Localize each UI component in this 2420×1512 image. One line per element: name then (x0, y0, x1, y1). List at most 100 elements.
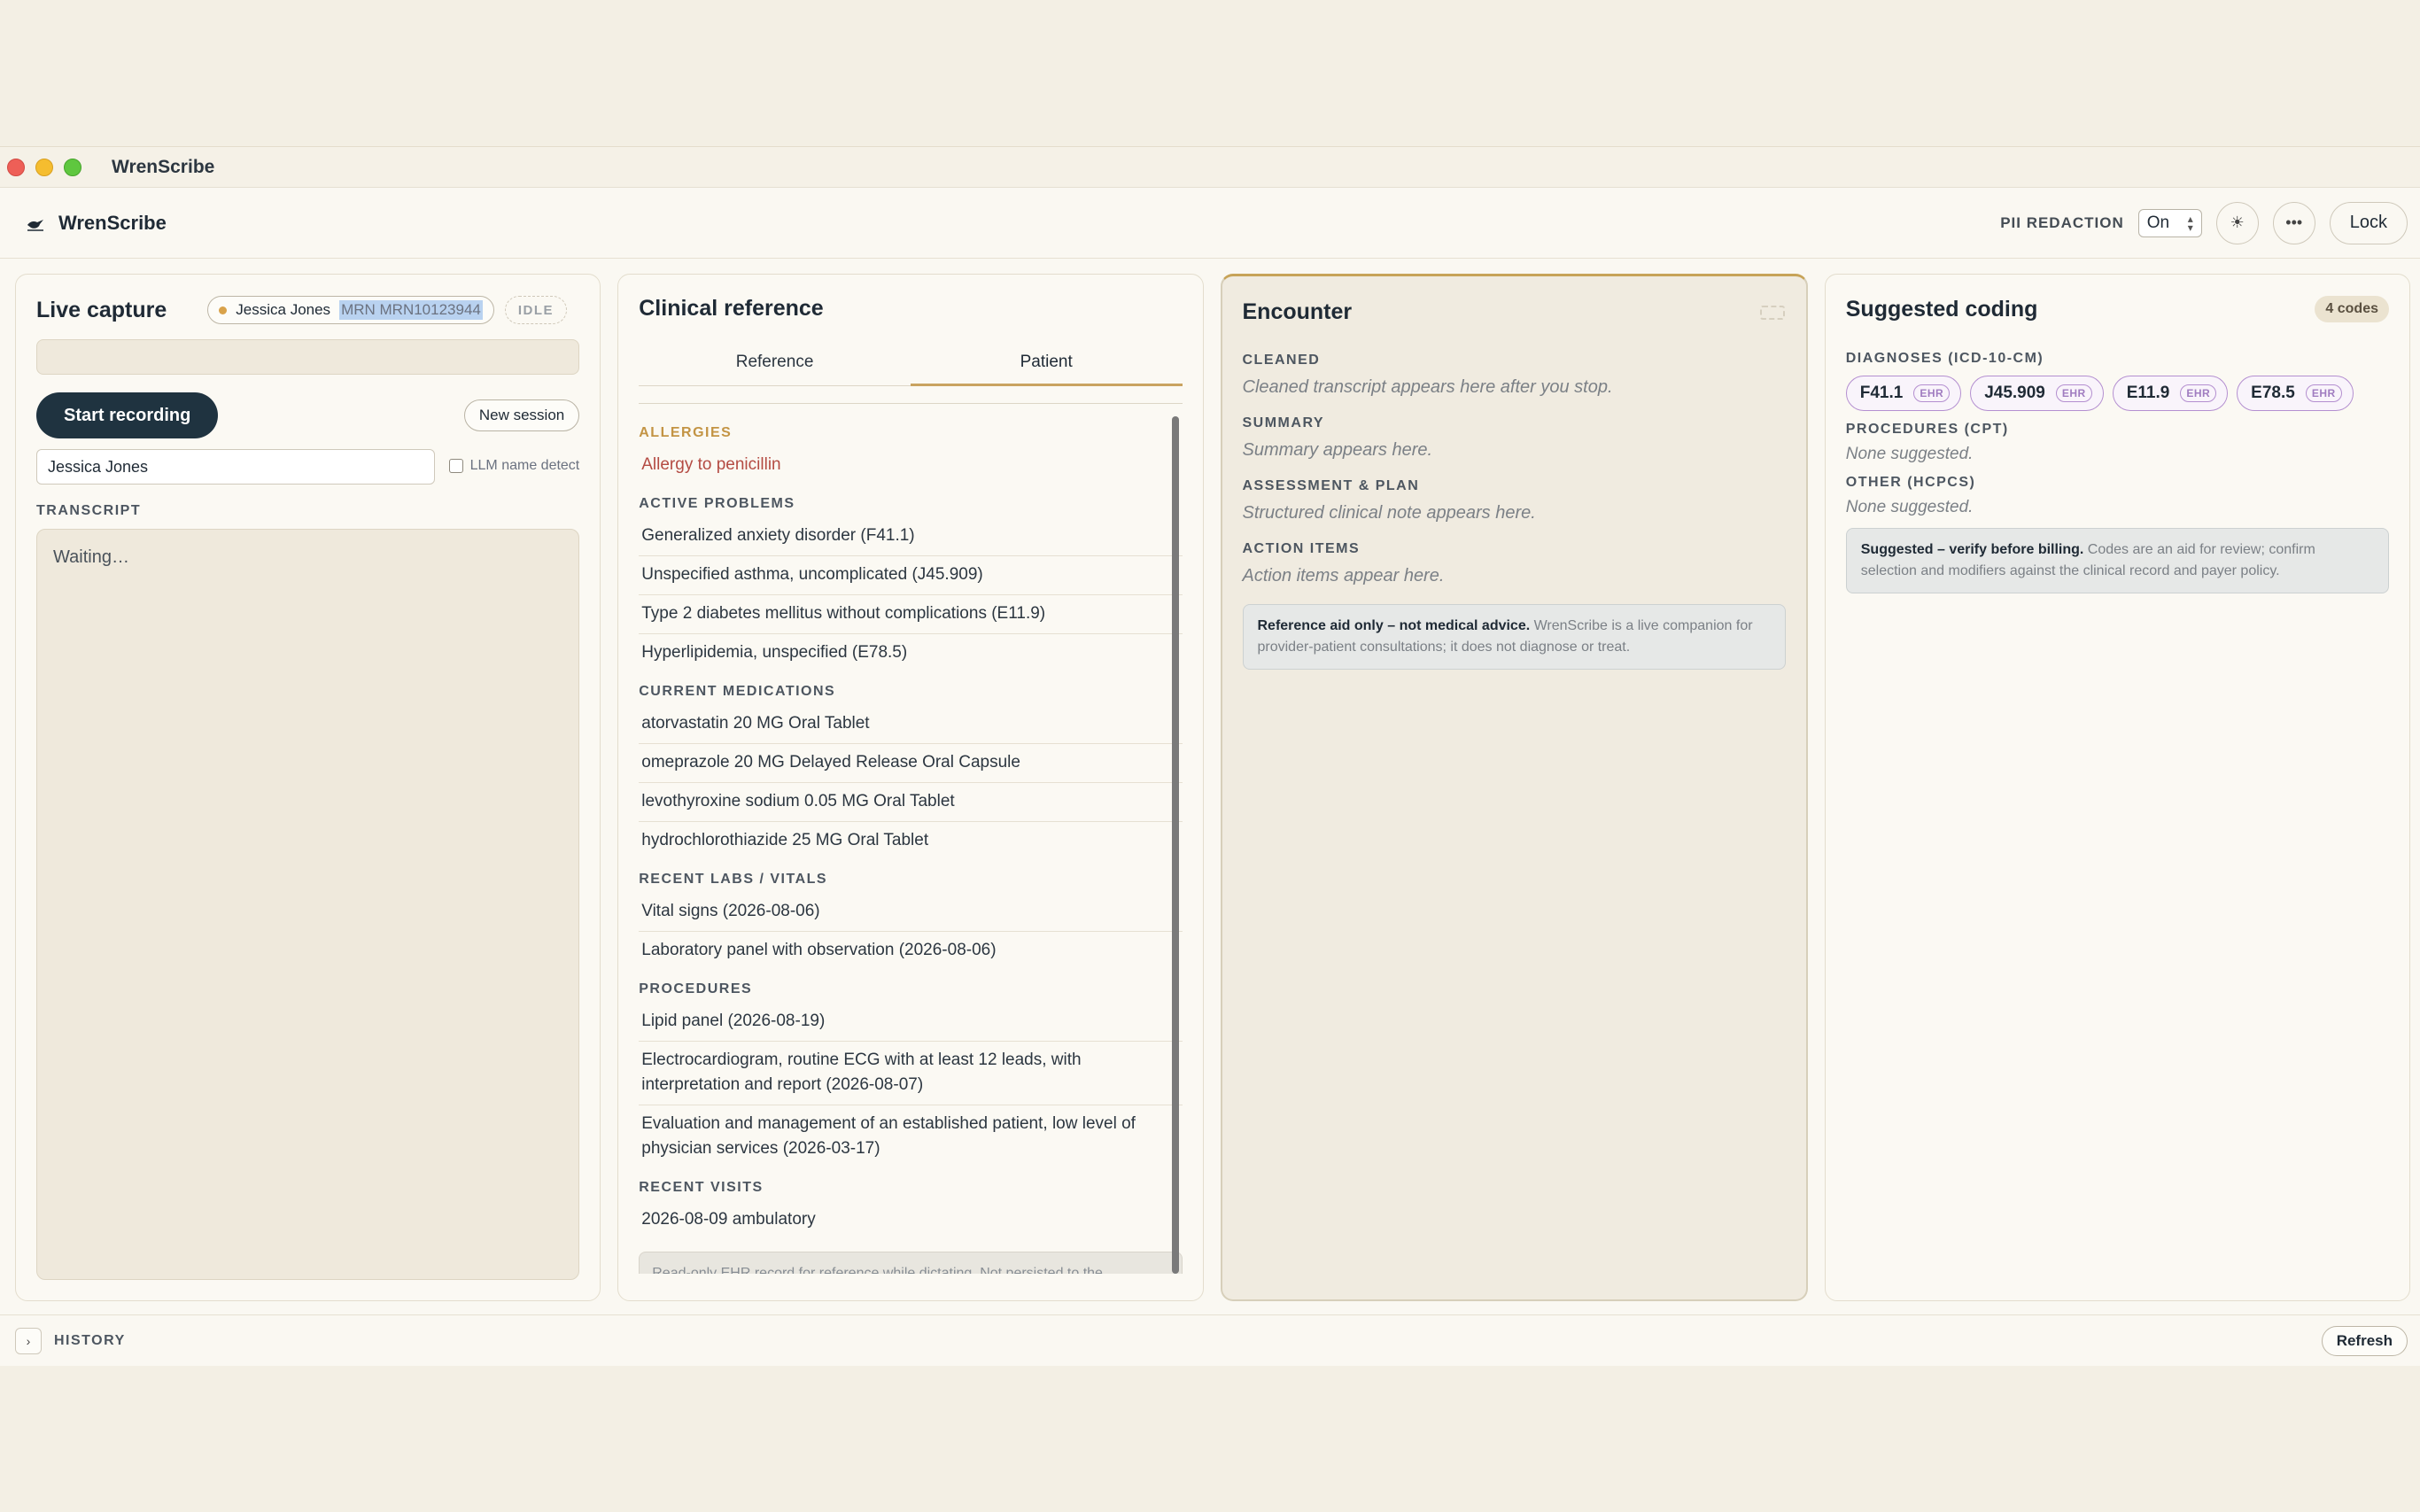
list-item: Lipid panel (2026-08-19) (639, 1003, 1183, 1042)
section-label: CLEANED (1242, 353, 1321, 368)
suggested-coding-panel: Suggested coding 4 codes DIAGNOSES (ICD-… (1824, 274, 2410, 1301)
disclaimer-bold: Reference aid only – not medical advice. (1257, 618, 1531, 633)
procedures-section: PROCEDURES (CPT) None suggested. (1846, 422, 2389, 464)
allergies-section: ALLERGIES Allergy to penicillin (639, 425, 1182, 485)
start-recording-button[interactable]: Start recording (36, 392, 219, 438)
code-chip[interactable]: E78.5 EHR (2237, 376, 2354, 411)
pii-redaction-label: PII REDACTION (2000, 213, 2124, 231)
patient-name: Jessica Jones (236, 301, 331, 318)
expand-icon[interactable] (1759, 306, 1785, 320)
active-problems-section: ACTIVE PROBLEMS Generalized anxiety diso… (639, 496, 1183, 672)
list-item: Generalized anxiety disorder (F41.1) (639, 517, 1183, 556)
tab-patient[interactable]: Patient (910, 342, 1183, 386)
llm-name-detect-toggle[interactable]: LLM name detect (448, 458, 580, 474)
list-item: Unspecified asthma, uncomplicated (J45.9… (639, 556, 1183, 595)
audio-level-bar (36, 339, 580, 375)
llm-name-detect-checkbox[interactable] (448, 459, 463, 473)
clinical-reference-panel: Clinical reference Reference Patient ALL… (617, 274, 1204, 1301)
ehr-tag: EHR (2180, 384, 2217, 402)
diagnosis-chips: F41.1 EHR J45.909 EHR E11.9 EHR E78.5 EHR (1845, 376, 2389, 411)
recent-visits-section: RECENT VISITS 2026-08-09 ambulatory (639, 1180, 1182, 1239)
llm-name-detect-label: LLM name detect (469, 458, 580, 473)
ellipsis-icon: ••• (2285, 213, 2303, 231)
recent-labs-section: RECENT LABS / VITALS Vital signs (2026-0… (639, 872, 1183, 970)
list-item: Allergy to penicillin (641, 455, 781, 474)
transcript-label: TRANSCRIPT (36, 503, 142, 518)
section-label: ASSESSMENT & PLAN (1242, 478, 1420, 493)
section-label: SUMMARY (1242, 415, 1325, 430)
select-arrows-icon: ▴ ▾ (2187, 212, 2193, 234)
brand-name: WrenScribe (58, 211, 167, 234)
expand-history-button[interactable]: › (15, 1327, 42, 1354)
list-item: atorvastatin 20 MG Oral Tablet (639, 705, 1183, 744)
refresh-button[interactable]: Refresh (2321, 1325, 2408, 1356)
disclaimer-note: Reference aid only – not medical advice.… (1242, 604, 1786, 670)
tabs-divider (639, 403, 1183, 404)
section-label: PROCEDURES (639, 981, 753, 996)
list-item: Electrocardiogram, routine ECG with at l… (639, 1042, 1183, 1105)
other-section: OTHER (HCPCS) None suggested. (1846, 475, 2389, 517)
list-item: Laboratory panel with observation (2026-… (641, 941, 997, 959)
minimize-window-button[interactable] (35, 158, 53, 176)
lock-button[interactable]: Lock (2329, 201, 2408, 244)
theme-toggle-button[interactable]: ☀ (2215, 201, 2259, 244)
list-item: 2026-08-09 ambulatory (641, 1210, 816, 1229)
chevron-right-icon: › (26, 1333, 31, 1348)
patient-record-list: ALLERGIES Allergy to penicillin ACTIVE P… (639, 416, 1183, 1274)
section-label: ALLERGIES (639, 425, 733, 440)
live-capture-panel: Live capture Jessica Jones MRN MRN101239… (15, 274, 601, 1301)
list-item: Hyperlipidemia, unspecified (E78.5) (641, 643, 908, 662)
cleaned-placeholder: Cleaned transcript appears here after yo… (1242, 377, 1613, 397)
new-session-button[interactable]: New session (463, 399, 580, 431)
live-capture-title: Live capture (36, 297, 167, 322)
pii-redaction-select[interactable]: On ▴ ▾ (2137, 208, 2202, 237)
read-only-note: Read-only EHR record for reference while… (639, 1252, 1183, 1274)
suggested-coding-title: Suggested coding (1845, 296, 2038, 322)
code-chip[interactable]: E11.9 EHR (2112, 376, 2229, 411)
code-chip[interactable]: J45.909 EHR (1970, 376, 2104, 411)
section-label: ACTION ITEMS (1242, 541, 1361, 556)
patient-mrn: MRN MRN10123944 (339, 300, 483, 320)
history-label: HISTORY (54, 1332, 126, 1348)
close-window-button[interactable] (7, 158, 25, 176)
code-value: J45.909 (1984, 384, 2045, 402)
reference-tabs: Reference Patient (639, 342, 1183, 386)
window-titlebar: WrenScribe (0, 147, 2420, 188)
ehr-tag: EHR (2055, 384, 2092, 402)
code-value: F41.1 (1859, 384, 1904, 402)
action-items-section: ACTION ITEMS Action items appear here. (1243, 541, 1786, 586)
status-badge: IDLE (504, 296, 568, 324)
assessment-placeholder: Structured clinical note appears here. (1242, 503, 1536, 523)
pii-redaction-value: On (2146, 213, 2170, 232)
window-title: WrenScribe (112, 156, 215, 177)
wren-logo-icon (27, 219, 43, 231)
procedures-none: None suggested. (1845, 445, 1974, 463)
more-options-button[interactable]: ••• (2272, 201, 2315, 244)
tab-reference[interactable]: Reference (639, 342, 911, 385)
section-label: CURRENT MEDICATIONS (639, 684, 836, 699)
list-item: Evaluation and management of an establis… (641, 1114, 1136, 1158)
history-bar: › HISTORY Refresh (0, 1314, 2420, 1366)
codes-count-badge: 4 codes (2315, 296, 2389, 322)
code-chip[interactable]: F41.1 EHR (1845, 376, 1962, 411)
code-value: E78.5 (2251, 384, 2295, 402)
reference-scrollbar[interactable] (1171, 416, 1179, 1274)
billing-note-bold: Suggested – verify before billing. (1860, 542, 2084, 557)
zoom-window-button[interactable] (64, 158, 81, 176)
transcript-area[interactable]: Waiting… (36, 529, 580, 1280)
encounter-panel: Encounter CLEANED Cleaned transcript app… (1220, 274, 1808, 1301)
other-label: OTHER (HCPCS) (1845, 475, 1976, 490)
list-item: levothyroxine sodium 0.05 MG Oral Tablet (639, 783, 1183, 822)
patient-chip[interactable]: Jessica Jones MRN MRN10123944 (207, 296, 494, 324)
section-label: ACTIVE PROBLEMS (639, 496, 795, 511)
billing-note: Suggested – verify before billing. Codes… (1845, 528, 2389, 593)
list-item: Vital signs (2026-08-06) (639, 893, 1183, 932)
patient-name-input[interactable]: Jessica Jones (36, 449, 435, 485)
action-items-placeholder: Action items appear here. (1242, 566, 1445, 585)
other-none: None suggested. (1845, 498, 1974, 516)
status-dot-icon (219, 306, 228, 314)
ehr-tag: EHR (1913, 384, 1951, 402)
section-label: RECENT VISITS (639, 1180, 764, 1195)
summary-section: SUMMARY Summary appears here. (1243, 415, 1786, 461)
transcript-text: Waiting… (53, 547, 129, 567)
